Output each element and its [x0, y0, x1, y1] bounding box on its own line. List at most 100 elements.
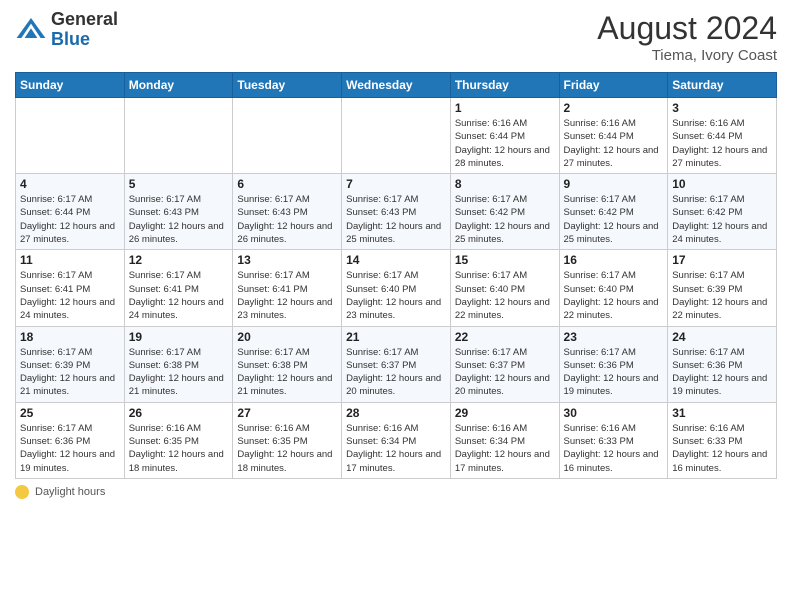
- day-number: 7: [346, 177, 446, 191]
- logo-general: General: [51, 9, 118, 29]
- day-info: Sunrise: 6:16 AM Sunset: 6:35 PM Dayligh…: [129, 422, 229, 475]
- day-number: 15: [455, 253, 555, 267]
- day-info: Sunrise: 6:17 AM Sunset: 6:36 PM Dayligh…: [20, 422, 120, 475]
- day-info: Sunrise: 6:17 AM Sunset: 6:37 PM Dayligh…: [346, 346, 446, 399]
- calendar-cell: 31 Sunrise: 6:16 AM Sunset: 6:33 PM Dayli…: [668, 402, 777, 478]
- calendar-cell: [233, 98, 342, 174]
- day-info: Sunrise: 6:17 AM Sunset: 6:44 PM Dayligh…: [20, 193, 120, 246]
- calendar-cell: 25 Sunrise: 6:17 AM Sunset: 6:36 PM Dayli…: [16, 402, 125, 478]
- day-number: 30: [564, 406, 664, 420]
- weekday-header-saturday: Saturday: [668, 73, 777, 98]
- legend-label: Daylight hours: [35, 486, 105, 498]
- calendar-cell: 28 Sunrise: 6:16 AM Sunset: 6:34 PM Dayli…: [342, 402, 451, 478]
- day-number: 1: [455, 101, 555, 115]
- calendar-week-4: 18Sunrise: 6:17 AM Sunset: 6:39 PM Dayli…: [16, 326, 777, 402]
- day-number: 3: [672, 101, 772, 115]
- day-number: 19: [129, 330, 229, 344]
- day-number: 14: [346, 253, 446, 267]
- legend-sun-icon: [15, 485, 29, 499]
- logo: General Blue: [15, 10, 118, 50]
- day-info: Sunrise: 6:16 AM Sunset: 6:33 PM Dayligh…: [672, 422, 772, 475]
- day-info: Sunrise: 6:17 AM Sunset: 6:37 PM Dayligh…: [455, 346, 555, 399]
- logo-blue: Blue: [51, 29, 90, 49]
- calendar-cell: 29 Sunrise: 6:16 AM Sunset: 6:34 PM Dayli…: [450, 402, 559, 478]
- day-number: 24: [672, 330, 772, 344]
- day-number: 25: [20, 406, 120, 420]
- day-number: 13: [237, 253, 337, 267]
- day-number: 27: [237, 406, 337, 420]
- day-info: Sunrise: 6:17 AM Sunset: 6:40 PM Dayligh…: [564, 269, 664, 322]
- calendar-cell: 21 Sunrise: 6:17 AM Sunset: 6:37 PM Dayli…: [342, 326, 451, 402]
- calendar-cell: 2 Sunrise: 6:16 AM Sunset: 6:44 PM Daylig…: [559, 98, 668, 174]
- day-info: Sunrise: 6:17 AM Sunset: 6:43 PM Dayligh…: [237, 193, 337, 246]
- calendar-cell: 16 Sunrise: 6:17 AM Sunset: 6:40 PM Dayli…: [559, 250, 668, 326]
- day-info: Sunrise: 6:17 AM Sunset: 6:36 PM Dayligh…: [672, 346, 772, 399]
- title-block: August 2024 Tiema, Ivory Coast: [597, 10, 777, 64]
- day-info: Sunrise: 6:17 AM Sunset: 6:42 PM Dayligh…: [455, 193, 555, 246]
- calendar-cell: 26 Sunrise: 6:16 AM Sunset: 6:35 PM Dayli…: [124, 402, 233, 478]
- day-number: 4: [20, 177, 120, 191]
- day-info: Sunrise: 6:17 AM Sunset: 6:41 PM Dayligh…: [20, 269, 120, 322]
- day-number: 29: [455, 406, 555, 420]
- day-number: 17: [672, 253, 772, 267]
- day-info: Sunrise: 6:17 AM Sunset: 6:40 PM Dayligh…: [346, 269, 446, 322]
- calendar-cell: 18Sunrise: 6:17 AM Sunset: 6:39 PM Dayli…: [16, 326, 125, 402]
- calendar-cell: 12 Sunrise: 6:17 AM Sunset: 6:41 PM Dayli…: [124, 250, 233, 326]
- day-info: Sunrise: 6:16 AM Sunset: 6:34 PM Dayligh…: [346, 422, 446, 475]
- day-number: 26: [129, 406, 229, 420]
- calendar-week-3: 11 Sunrise: 6:17 AM Sunset: 6:41 PM Dayli…: [16, 250, 777, 326]
- day-info: Sunrise: 6:17 AM Sunset: 6:43 PM Dayligh…: [129, 193, 229, 246]
- header: General Blue August 2024 Tiema, Ivory Co…: [15, 10, 777, 64]
- calendar-cell: 13Sunrise: 6:17 AM Sunset: 6:41 PM Dayli…: [233, 250, 342, 326]
- calendar-cell: 11 Sunrise: 6:17 AM Sunset: 6:41 PM Dayli…: [16, 250, 125, 326]
- day-info: Sunrise: 6:17 AM Sunset: 6:41 PM Dayligh…: [129, 269, 229, 322]
- calendar-cell: 7 Sunrise: 6:17 AM Sunset: 6:43 PM Daylig…: [342, 174, 451, 250]
- day-number: 12: [129, 253, 229, 267]
- day-number: 10: [672, 177, 772, 191]
- month-year: August 2024: [597, 10, 777, 47]
- calendar-cell: 4 Sunrise: 6:17 AM Sunset: 6:44 PM Daylig…: [16, 174, 125, 250]
- day-info: Sunrise: 6:17 AM Sunset: 6:43 PM Dayligh…: [346, 193, 446, 246]
- day-info: Sunrise: 6:17 AM Sunset: 6:36 PM Dayligh…: [564, 346, 664, 399]
- day-info: Sunrise: 6:17 AM Sunset: 6:38 PM Dayligh…: [129, 346, 229, 399]
- day-number: 5: [129, 177, 229, 191]
- location: Tiema, Ivory Coast: [597, 47, 777, 64]
- calendar-cell: 6 Sunrise: 6:17 AM Sunset: 6:43 PM Daylig…: [233, 174, 342, 250]
- page: General Blue August 2024 Tiema, Ivory Co…: [0, 0, 792, 612]
- calendar-week-2: 4 Sunrise: 6:17 AM Sunset: 6:44 PM Daylig…: [16, 174, 777, 250]
- calendar-cell: 27 Sunrise: 6:16 AM Sunset: 6:35 PM Dayli…: [233, 402, 342, 478]
- day-number: 2: [564, 101, 664, 115]
- calendar-cell: 19 Sunrise: 6:17 AM Sunset: 6:38 PM Dayli…: [124, 326, 233, 402]
- calendar-week-1: 1 Sunrise: 6:16 AM Sunset: 6:44 PM Daylig…: [16, 98, 777, 174]
- day-info: Sunrise: 6:16 AM Sunset: 6:33 PM Dayligh…: [564, 422, 664, 475]
- day-info: Sunrise: 6:17 AM Sunset: 6:39 PM Dayligh…: [672, 269, 772, 322]
- day-number: 31: [672, 406, 772, 420]
- day-info: Sunrise: 6:17 AM Sunset: 6:38 PM Dayligh…: [237, 346, 337, 399]
- calendar-cell: [342, 98, 451, 174]
- day-number: 9: [564, 177, 664, 191]
- logo-text: General Blue: [51, 10, 118, 50]
- day-number: 28: [346, 406, 446, 420]
- calendar-cell: 24 Sunrise: 6:17 AM Sunset: 6:36 PM Dayli…: [668, 326, 777, 402]
- day-number: 16: [564, 253, 664, 267]
- weekday-header-monday: Monday: [124, 73, 233, 98]
- calendar-cell: 17 Sunrise: 6:17 AM Sunset: 6:39 PM Dayli…: [668, 250, 777, 326]
- calendar-cell: 15 Sunrise: 6:17 AM Sunset: 6:40 PM Dayli…: [450, 250, 559, 326]
- calendar-cell: 1Sunrise: 6:16 AM Sunset: 6:44 PM Daylig…: [450, 98, 559, 174]
- day-number: 6: [237, 177, 337, 191]
- day-number: 21: [346, 330, 446, 344]
- day-info: Sunrise: 6:17 AM Sunset: 6:42 PM Dayligh…: [564, 193, 664, 246]
- calendar-cell: 10 Sunrise: 6:17 AM Sunset: 6:42 PM Dayli…: [668, 174, 777, 250]
- day-info: Sunrise: 6:16 AM Sunset: 6:44 PM Dayligh…: [672, 117, 772, 170]
- day-info: Sunrise: 6:16 AM Sunset: 6:44 PM Dayligh…: [564, 117, 664, 170]
- weekday-header-thursday: Thursday: [450, 73, 559, 98]
- calendar-cell: 8Sunrise: 6:17 AM Sunset: 6:42 PM Daylig…: [450, 174, 559, 250]
- day-info: Sunrise: 6:16 AM Sunset: 6:34 PM Dayligh…: [455, 422, 555, 475]
- calendar-cell: 14 Sunrise: 6:17 AM Sunset: 6:40 PM Dayli…: [342, 250, 451, 326]
- calendar-cell: 30 Sunrise: 6:16 AM Sunset: 6:33 PM Dayli…: [559, 402, 668, 478]
- day-info: Sunrise: 6:16 AM Sunset: 6:35 PM Dayligh…: [237, 422, 337, 475]
- day-info: Sunrise: 6:17 AM Sunset: 6:40 PM Dayligh…: [455, 269, 555, 322]
- day-number: 11: [20, 253, 120, 267]
- day-info: Sunrise: 6:17 AM Sunset: 6:42 PM Dayligh…: [672, 193, 772, 246]
- calendar-cell: 23Sunrise: 6:17 AM Sunset: 6:36 PM Dayli…: [559, 326, 668, 402]
